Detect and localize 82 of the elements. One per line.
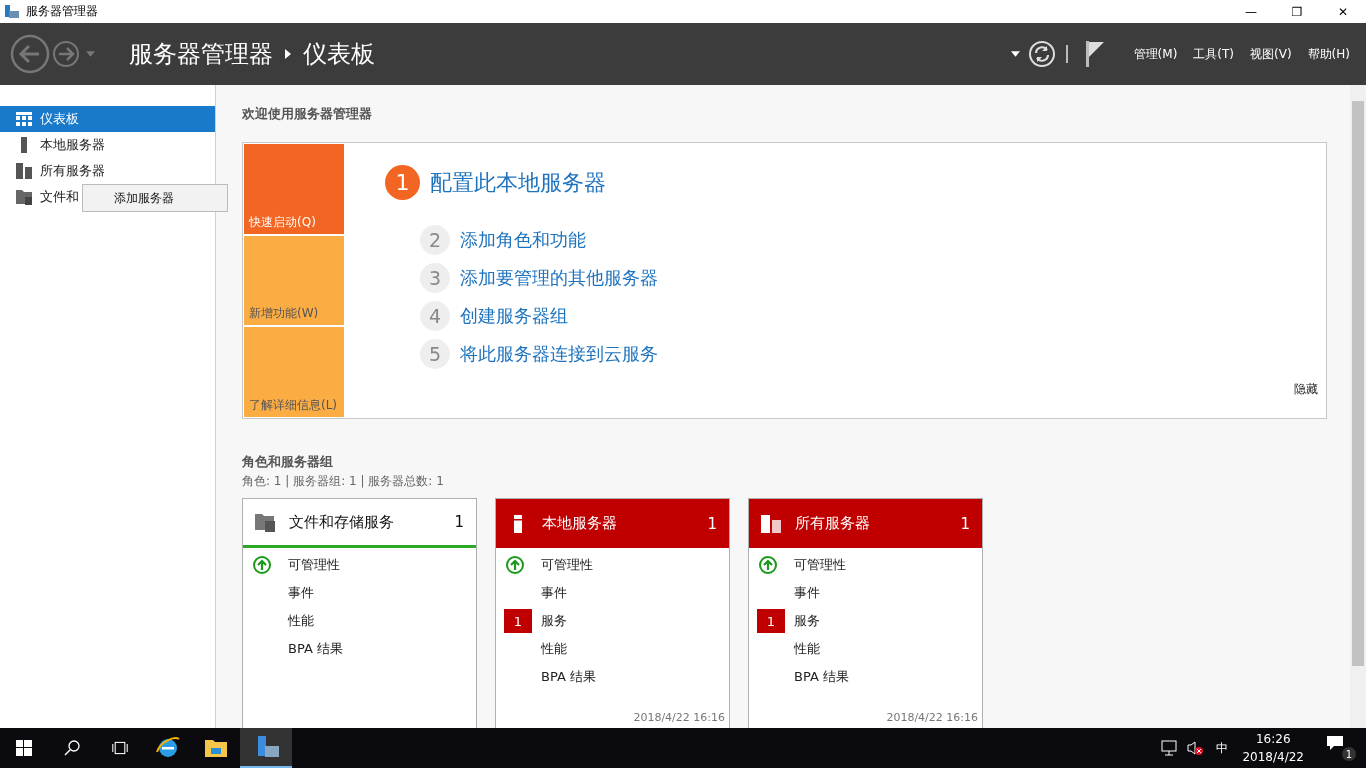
taskbar-app-button[interactable] — [240, 728, 292, 768]
sidebar-item[interactable]: 文件和 — [40, 188, 79, 206]
menu-item[interactable]: 管理(M) — [1127, 45, 1184, 63]
tile-row-link[interactable]: 可管理性 — [288, 556, 340, 574]
tile-row-link[interactable]: 事件 — [541, 584, 567, 602]
alert-badge: 1 — [504, 609, 532, 633]
app-icon — [4, 3, 20, 20]
menu-item[interactable]: 工具(T) — [1187, 45, 1241, 63]
tile-row-link[interactable]: 性能 — [541, 640, 567, 658]
tile-row-link[interactable]: 可管理性 — [794, 556, 846, 574]
step-number: 3 — [420, 263, 450, 293]
hide-link[interactable]: 隐藏 — [1294, 381, 1318, 398]
sidebar-item[interactable]: 仪表板 — [40, 110, 79, 128]
folder-icon — [255, 512, 275, 532]
quick-start-tab[interactable]: 新增功能(W) — [244, 235, 344, 326]
status-ok-icon — [759, 556, 777, 574]
tile-row-link[interactable]: 事件 — [794, 584, 820, 602]
timestamp: 2018/4/22 16:16 — [886, 711, 978, 724]
folder-icon — [16, 189, 32, 205]
breadcrumb-item[interactable]: 仪表板 — [303, 38, 375, 70]
window-control-button[interactable]: — — [1228, 0, 1274, 23]
step-number: 5 — [420, 339, 450, 369]
servers-icon — [16, 163, 32, 179]
summary-text: 角色: 1 | 服务器组: 1 | 服务器总数: 1 — [242, 473, 445, 490]
tile-row-link[interactable]: 事件 — [288, 584, 314, 602]
tile-row-link[interactable]: 服务 — [794, 612, 820, 630]
grid-icon — [16, 111, 32, 127]
input-method-indicator[interactable]: 中 — [1216, 739, 1229, 757]
notification-button[interactable]: 1 — [1326, 735, 1356, 761]
servers-icon — [761, 513, 781, 534]
notification-count: 1 — [1342, 747, 1356, 761]
chevron-icon — [285, 49, 291, 59]
step-link[interactable]: 创建服务器组 — [460, 304, 568, 328]
scrollbar[interactable] — [1350, 85, 1366, 728]
window-control-button[interactable]: ✕ — [1320, 0, 1366, 23]
forward-icon[interactable] — [52, 40, 80, 68]
quick-start-tab[interactable]: 了解详细信息(L) — [244, 327, 344, 417]
step-number: 1 — [385, 165, 420, 200]
alert-badge: 1 — [757, 609, 785, 633]
step-number: 2 — [420, 225, 450, 255]
start-icon[interactable] — [16, 740, 32, 756]
refresh-icon[interactable] — [1027, 40, 1056, 68]
tile-row-link[interactable]: BPA 结果 — [794, 668, 849, 686]
step-link[interactable]: 将此服务器连接到云服务 — [460, 342, 658, 366]
sidebar-item[interactable]: 所有服务器 — [40, 162, 105, 180]
tile-row-link[interactable]: 服务 — [541, 612, 567, 630]
section-title: 角色和服务器组 — [242, 453, 334, 471]
tile-row-link[interactable]: 性能 — [288, 612, 314, 630]
muted-speaker-icon[interactable] — [1186, 740, 1205, 756]
status-ok-icon — [506, 556, 524, 574]
menu-item[interactable]: 视图(V) — [1244, 45, 1298, 63]
clock[interactable]: 16:26 2018/4/22 — [1242, 730, 1304, 766]
task-view-icon[interactable] — [112, 740, 128, 756]
window-control-button[interactable]: ❐ — [1274, 0, 1320, 23]
timestamp: 2018/4/22 16:16 — [633, 711, 725, 724]
step-link[interactable]: 添加角色和功能 — [460, 228, 586, 252]
window-title: 服务器管理器 — [26, 3, 98, 20]
browser-icon[interactable] — [156, 736, 180, 760]
menu-item[interactable]: 帮助(H) — [1301, 45, 1356, 63]
tile-row-link[interactable]: BPA 结果 — [541, 668, 596, 686]
tile-row-link[interactable]: 性能 — [794, 640, 820, 658]
network-icon[interactable] — [1160, 740, 1179, 756]
tile-header[interactable]: 所有服务器 1 — [749, 499, 982, 548]
status-ok-icon — [253, 556, 271, 574]
search-icon[interactable] — [64, 740, 80, 756]
back-icon[interactable] — [10, 34, 50, 74]
flag-icon[interactable] — [1085, 41, 1104, 67]
context-menu-item[interactable]: 添加服务器 — [83, 189, 174, 207]
tile-row-link[interactable]: BPA 结果 — [288, 640, 343, 658]
section-title: 欢迎使用服务器管理器 — [242, 105, 373, 123]
tile-header[interactable]: 本地服务器 1 — [496, 499, 729, 548]
dropdown-icon[interactable] — [1010, 51, 1020, 57]
clock-date: 2018/4/22 — [1242, 749, 1304, 766]
breadcrumb-item[interactable]: 服务器管理器 — [129, 38, 273, 70]
sidebar-item[interactable]: 本地服务器 — [40, 136, 105, 154]
step-link[interactable]: 添加要管理的其他服务器 — [460, 266, 658, 290]
tile-row-link[interactable]: 可管理性 — [541, 556, 593, 574]
server-manager-icon — [256, 735, 280, 759]
step-link[interactable]: 配置此本地服务器 — [430, 167, 606, 198]
clock-time: 16:26 — [1255, 731, 1291, 748]
notification-icon — [1326, 735, 1344, 751]
step-number: 4 — [420, 301, 450, 331]
